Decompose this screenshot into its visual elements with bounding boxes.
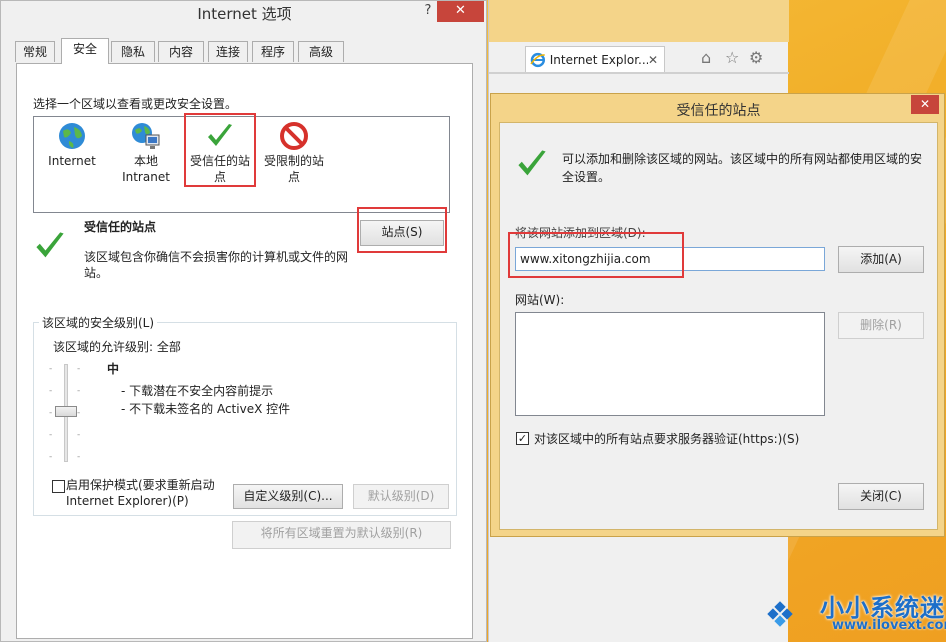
close-dialog-button[interactable]: 关闭(C) <box>838 483 924 510</box>
zone-prompt: 选择一个区域以查看或更改安全设置。 <box>33 97 238 111</box>
zone-title: 受信任的站点 <box>84 220 157 234</box>
level-name: 中 <box>107 362 120 376</box>
custom-level-button[interactable]: 自定义级别(C)... <box>233 484 343 509</box>
zone-restricted-label: 受限制的站 点 <box>263 154 324 184</box>
require-https-checkbox[interactable]: ✓ <box>516 432 529 445</box>
tab-general[interactable]: 常规 <box>15 41 55 62</box>
highlight-box <box>357 207 447 253</box>
ie-tab-label: Internet Explor... <box>549 52 648 67</box>
watermark-url: www.ilovext.com <box>832 618 946 633</box>
remove-button[interactable]: 删除(R) <box>838 312 924 339</box>
gear-icon[interactable]: ⚙ <box>749 48 763 67</box>
ie-title-area <box>489 0 789 42</box>
highlight-box <box>508 232 684 278</box>
level-bullet: - 下载潜在不安全内容前提示 <box>121 384 274 398</box>
star-icon[interactable]: ☆ <box>725 48 739 67</box>
trusted-checkmark-icon <box>36 232 64 258</box>
trusted-sites-dialog: 受信任的站点 ✕ 可以添加和删除该区域的网站。该区域中的所有网站都使用区域的安全… <box>490 93 945 537</box>
protected-mode-label: 启用保护模式(要求重新启动 Internet Explorer)(P) <box>66 478 215 508</box>
security-slider-thumb[interactable] <box>55 406 77 417</box>
checkmark-icon <box>518 150 546 176</box>
zone-description: 该区域包含你确信不会损害你的计算机或文件的网站。 <box>84 250 349 280</box>
close-button[interactable]: ✕ <box>437 1 484 22</box>
restricted-icon <box>280 122 308 150</box>
dialog-title: 受信任的站点 <box>676 103 761 119</box>
level-bullet: - 不下载未签名的 ActiveX 控件 <box>121 402 291 416</box>
default-level-button[interactable]: 默认级别(D) <box>353 484 449 509</box>
security-tab-panel: 选择一个区域以查看或更改安全设置。 Internet 本地 Intranet 受… <box>16 63 473 639</box>
zone-internet[interactable]: Internet <box>40 121 104 169</box>
highlight-box <box>184 113 256 187</box>
intranet-icon <box>132 123 160 149</box>
tab-security[interactable]: 安全 <box>61 38 109 64</box>
security-level-group-label: 该区域的安全级别(L) <box>39 314 158 331</box>
allowed-level-text: 该区域的允许级别: 全部 <box>53 340 181 354</box>
internet-options-dialog: Internet 选项 ? ✕ 常规 安全 隐私 内容 连接 程序 高级 选择一… <box>0 0 487 642</box>
zone-restricted-sites[interactable]: 受限制的站 点 <box>262 121 326 185</box>
tab-privacy[interactable]: 隐私 <box>111 41 155 62</box>
require-https-label: 对该区域中的所有站点要求服务器验证(https:)(S) <box>534 432 800 446</box>
dialog-title: Internet 选项 <box>197 5 292 23</box>
websites-label: 网站(W): <box>515 293 565 307</box>
tab-advanced[interactable]: 高级 <box>298 41 344 62</box>
zone-internet-label: Internet <box>48 154 96 168</box>
websites-list[interactable] <box>515 312 825 416</box>
globe-icon <box>59 123 85 149</box>
zone-local-intranet[interactable]: 本地 Intranet <box>114 121 178 185</box>
help-icon[interactable]: ? <box>420 1 436 23</box>
tab-content[interactable]: 内容 <box>158 41 204 62</box>
ie-browser-tab[interactable]: Internet Explor... ✕ <box>525 46 665 72</box>
protected-mode-checkbox[interactable] <box>52 480 65 493</box>
ie-toolbar-divider <box>489 72 789 74</box>
info-text: 可以添加和删除该区域的网站。该区域中的所有网站都使用区域的安全设置。 <box>562 152 923 184</box>
zone-intranet-label: 本地 Intranet <box>122 154 170 184</box>
ie-tab-close-icon[interactable]: ✕ <box>648 53 658 67</box>
add-button[interactable]: 添加(A) <box>838 246 924 273</box>
tab-programs[interactable]: 程序 <box>252 41 294 62</box>
reset-all-zones-button[interactable]: 将所有区域重置为默认级别(R) <box>232 521 451 549</box>
tab-connections[interactable]: 连接 <box>208 41 248 62</box>
ie-logo-icon <box>530 52 546 67</box>
home-icon[interactable]: ⌂ <box>701 48 711 67</box>
trusted-sites-body: 可以添加和删除该区域的网站。该区域中的所有网站都使用区域的安全设置。 将该网站添… <box>499 122 938 530</box>
close-button[interactable]: ✕ <box>911 95 939 114</box>
